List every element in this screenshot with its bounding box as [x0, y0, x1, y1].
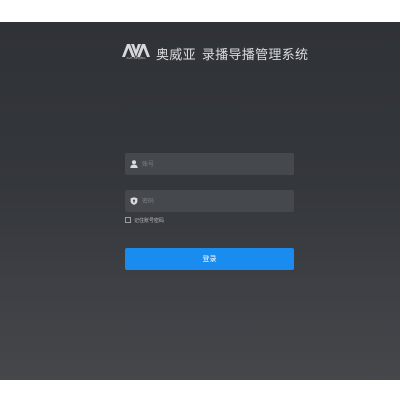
- password-field[interactable]: [125, 190, 294, 212]
- remember-label: 记住账号密码: [134, 217, 165, 224]
- remember-checkbox[interactable]: [125, 217, 131, 223]
- username-input[interactable]: [141, 153, 294, 175]
- brand-header: AVA BEIJING 奥威亚 录播导播管理系统: [122, 44, 308, 63]
- username-field[interactable]: [125, 153, 294, 175]
- bottom-border: [0, 380, 400, 400]
- user-icon: [127, 153, 141, 175]
- logo-subtext: AVA BEIJING: [126, 56, 146, 60]
- system-name: 录播导播管理系统: [201, 47, 309, 63]
- shield-key-icon: [127, 190, 141, 212]
- password-input[interactable]: [141, 190, 294, 212]
- company-name: 奥威亚: [156, 47, 196, 63]
- top-border: [0, 0, 400, 22]
- brand-title: 奥威亚 录播导播管理系统: [156, 44, 308, 63]
- login-button[interactable]: 登录: [125, 248, 294, 270]
- remember-credentials[interactable]: 记住账号密码: [125, 216, 164, 224]
- ava-logo: AVA BEIJING: [122, 44, 150, 62]
